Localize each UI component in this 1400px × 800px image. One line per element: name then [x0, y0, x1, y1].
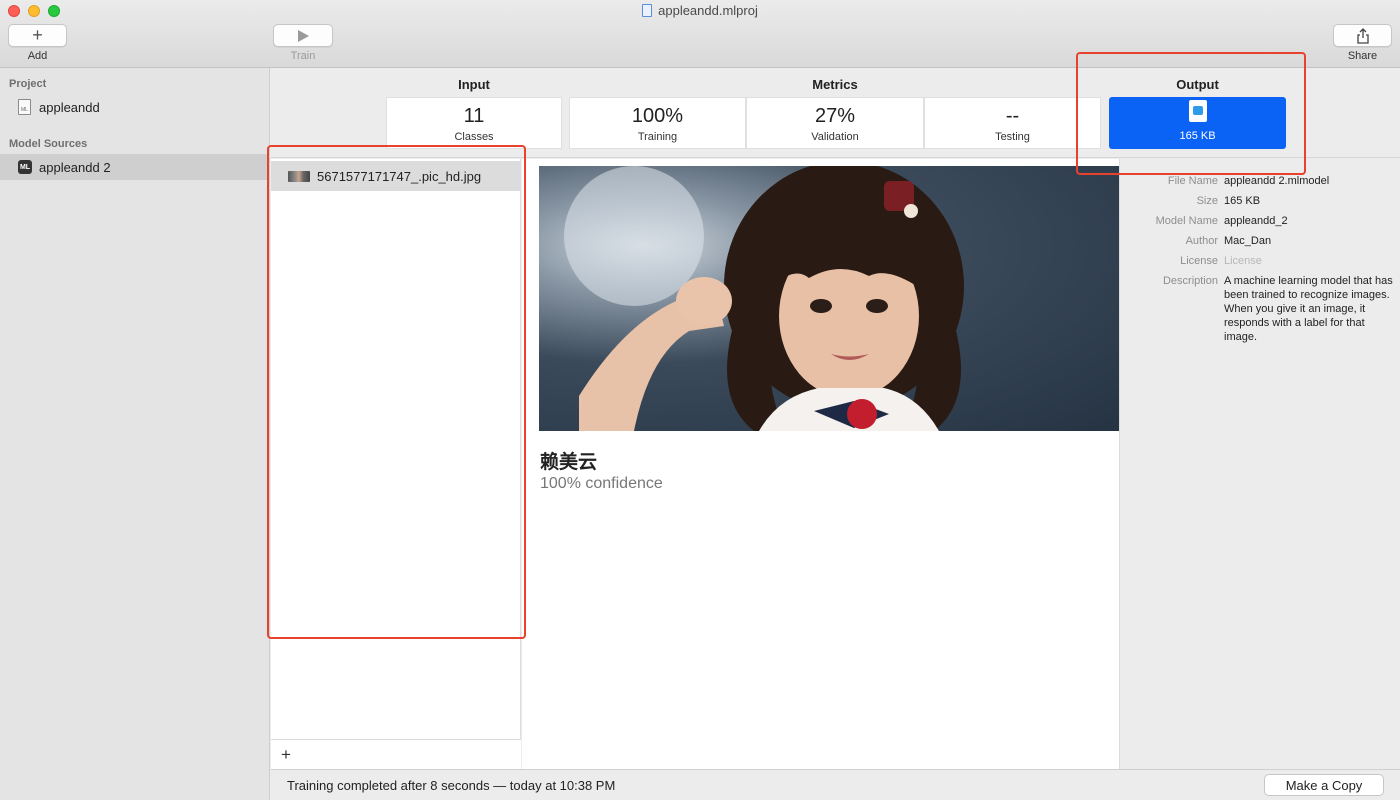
- list-item[interactable]: 5671577171747_.pic_hd.jpg: [271, 161, 521, 191]
- test-file-list: 5671577171747_.pic_hd.jpg +: [271, 159, 521, 769]
- model-info-panel: File Name appleandd 2.mlmodel Size 165 K…: [1134, 159, 1400, 769]
- validation-label: Validation: [811, 131, 859, 143]
- output-model-card[interactable]: 165 KB: [1109, 97, 1286, 149]
- sidebar-item-model-source[interactable]: ML appleandd 2: [0, 154, 269, 180]
- classes-value: 11: [463, 105, 485, 127]
- model-name-key: Model Name: [1155, 215, 1218, 227]
- classes-label: Classes: [454, 131, 494, 143]
- model-sources-heading: Model Sources: [9, 138, 88, 150]
- file-name: 5671577171747_.pic_hd.jpg: [317, 168, 482, 184]
- share-icon: [1356, 27, 1369, 44]
- mlmodel-file-icon: [1188, 100, 1207, 122]
- classes-card[interactable]: 11 Classes: [386, 97, 562, 149]
- size-key: Size: [1196, 195, 1218, 207]
- model-name-field[interactable]: appleandd_2: [1224, 214, 1394, 228]
- validation-value: 27%: [814, 105, 856, 127]
- sidebar-item-project[interactable]: ML appleandd: [0, 94, 269, 120]
- window-title-text: appleandd.mlproj: [658, 3, 758, 18]
- plus-icon[interactable]: +: [281, 745, 291, 765]
- add-button-label: Add: [27, 50, 48, 62]
- training-value: 100%: [631, 105, 684, 127]
- prediction-confidence: 100% confidence: [540, 475, 663, 492]
- output-size: 165 KB: [1179, 130, 1216, 142]
- sidebar-item-model-source-label: appleandd 2: [39, 159, 111, 175]
- plus-icon: +: [32, 25, 43, 45]
- license-key: License: [1180, 255, 1218, 267]
- window-title: appleandd.mlproj: [0, 3, 1400, 18]
- size-value: 165 KB: [1224, 195, 1261, 207]
- training-status-text: Training completed after 8 seconds — tod…: [287, 778, 616, 793]
- testing-value: --: [1005, 105, 1020, 127]
- training-card[interactable]: 100% Training: [569, 97, 746, 149]
- window-toolbar: appleandd.mlproj + Add Train Share: [0, 0, 1400, 68]
- portrait-photo: [564, 166, 964, 431]
- project-heading: Project: [9, 78, 47, 90]
- testing-card[interactable]: -- Testing: [924, 97, 1101, 149]
- license-field[interactable]: License: [1224, 254, 1394, 268]
- document-icon: [642, 4, 653, 17]
- train-button[interactable]: [273, 24, 333, 47]
- sidebar-item-project-label: appleandd: [39, 99, 100, 115]
- share-button-label: Share: [1347, 50, 1378, 62]
- sidebar: Project ML appleandd Model Sources ML ap…: [0, 68, 270, 800]
- output-title: Output: [1176, 77, 1219, 92]
- train-button-label: Train: [290, 50, 316, 62]
- metrics-header: Input Metrics Output 11 Classes 100% Tra…: [271, 68, 1400, 158]
- author-field[interactable]: Mac_Dan: [1224, 234, 1394, 248]
- file-name-key: File Name: [1167, 175, 1218, 187]
- preview-image: [539, 166, 1119, 431]
- prediction-preview: 赖美云 100% confidence: [522, 159, 1120, 769]
- project-file-icon: ML: [18, 99, 31, 115]
- author-key: Author: [1185, 235, 1218, 247]
- input-title: Input: [458, 77, 490, 92]
- share-button[interactable]: [1333, 24, 1392, 47]
- ml-model-icon: ML: [18, 160, 32, 174]
- status-bar: Training completed after 8 seconds — tod…: [271, 769, 1400, 800]
- description-key: Description: [1162, 275, 1218, 287]
- file-name-value: appleandd 2.mlmodel: [1224, 175, 1330, 187]
- make-a-copy-button[interactable]: Make a Copy: [1264, 774, 1384, 796]
- metrics-title: Metrics: [812, 77, 858, 92]
- training-label: Training: [637, 131, 678, 143]
- validation-card[interactable]: 27% Validation: [746, 97, 924, 149]
- add-button[interactable]: +: [8, 24, 67, 47]
- image-thumbnail: [288, 170, 310, 182]
- description-field[interactable]: A machine learning model that has been t…: [1224, 274, 1394, 344]
- prediction-label: 赖美云: [540, 452, 598, 473]
- play-icon: [298, 29, 309, 42]
- testing-label: Testing: [995, 131, 1030, 143]
- file-list-footer: +: [271, 739, 521, 769]
